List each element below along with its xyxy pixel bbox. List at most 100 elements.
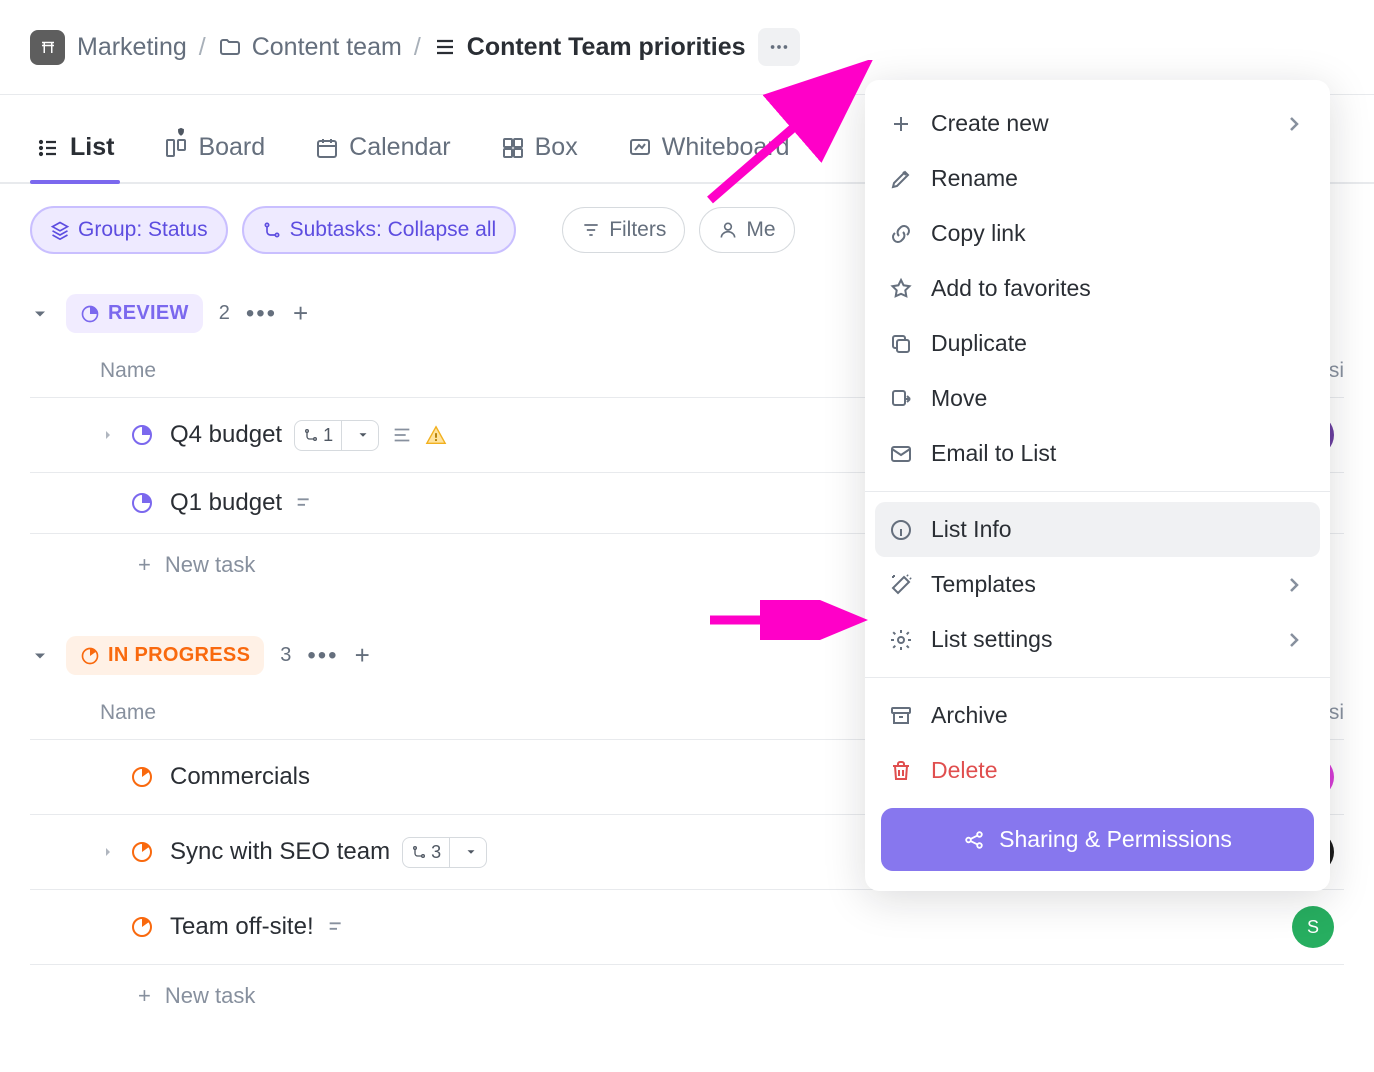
chevron-right-icon: [1282, 112, 1306, 136]
menu-move[interactable]: Move: [865, 371, 1330, 426]
status-chip[interactable]: REVIEW: [66, 294, 203, 333]
status-circle-icon[interactable]: [130, 840, 154, 864]
menu-add-favorites[interactable]: Add to favorites: [865, 261, 1330, 316]
task-name-label: Commercials: [170, 763, 310, 791]
breadcrumb-folder[interactable]: Content team: [218, 33, 402, 62]
list-more-button[interactable]: [758, 28, 800, 66]
tab-label: Whiteboard: [662, 133, 790, 162]
menu-label: Move: [931, 385, 987, 412]
tab-whiteboard[interactable]: Whiteboard: [622, 117, 796, 182]
menu-create-new[interactable]: Create new: [865, 96, 1330, 151]
box-view-icon: [501, 136, 525, 160]
status-circle-icon[interactable]: [130, 423, 154, 447]
tab-board[interactable]: Board: [158, 117, 271, 182]
expand-icon[interactable]: [100, 844, 116, 860]
menu-duplicate[interactable]: Duplicate: [865, 316, 1330, 371]
subtask-count: 3: [431, 842, 441, 863]
breadcrumb-folder-label: Content team: [252, 33, 402, 62]
group-pill[interactable]: Group: Status: [30, 206, 228, 254]
avatar[interactable]: S: [1292, 906, 1334, 948]
menu-label: List settings: [931, 626, 1052, 653]
info-icon: [889, 518, 913, 542]
branch-icon: [303, 427, 319, 443]
menu-templates[interactable]: Templates: [865, 557, 1330, 612]
group-count: 3: [280, 644, 291, 667]
pencil-icon: [889, 167, 913, 191]
tab-list[interactable]: List: [30, 117, 120, 182]
subtasks-badge[interactable]: 3: [402, 837, 487, 868]
plus-icon: +: [138, 552, 151, 578]
menu-list-settings[interactable]: List settings: [865, 612, 1330, 667]
expand-icon[interactable]: [100, 427, 116, 443]
menu-rename[interactable]: Rename: [865, 151, 1330, 206]
tab-box[interactable]: Box: [495, 117, 584, 182]
tab-label: List: [70, 133, 114, 162]
group-more-button[interactable]: •••: [246, 300, 277, 328]
duplicate-icon: [889, 332, 913, 356]
subtask-count: 1: [323, 425, 333, 446]
menu-email-to-list[interactable]: Email to List: [865, 426, 1330, 481]
menu-label: Delete: [931, 757, 997, 784]
breadcrumb-list[interactable]: Content Team priorities: [433, 33, 746, 62]
new-task-label: New task: [165, 983, 255, 1009]
menu-copy-link[interactable]: Copy link: [865, 206, 1330, 261]
chevron-right-icon: [1282, 628, 1306, 652]
collapse-icon[interactable]: [30, 304, 50, 324]
breadcrumb-separator: /: [414, 33, 421, 62]
menu-label: Create new: [931, 110, 1049, 137]
link-icon: [889, 222, 913, 246]
filters-pill-label: Filters: [609, 218, 666, 242]
share-icon: [963, 829, 985, 851]
me-pill[interactable]: Me: [699, 207, 794, 253]
plus-icon: +: [138, 983, 151, 1009]
filters-pill[interactable]: Filters: [562, 207, 685, 253]
avatar-letter: S: [1307, 917, 1319, 938]
new-task-button[interactable]: + New task: [30, 964, 1344, 1027]
breadcrumb-separator: /: [199, 33, 206, 62]
list-view-icon: [36, 136, 60, 160]
breadcrumb-workspace[interactable]: Marketing: [77, 33, 187, 62]
shield-badge-icon: [176, 127, 186, 137]
list-options-menu: Create new Rename Copy link Add to favor…: [865, 80, 1330, 891]
group-pill-label: Group: Status: [78, 218, 208, 242]
task-name-label: Q1 budget: [170, 489, 282, 517]
subtasks-pill[interactable]: Subtasks: Collapse all: [242, 206, 517, 254]
layers-icon: [50, 220, 70, 240]
status-circle-icon[interactable]: [130, 765, 154, 789]
status-label: REVIEW: [108, 302, 189, 325]
status-circle-icon[interactable]: [130, 915, 154, 939]
menu-label: Copy link: [931, 220, 1026, 247]
task-name-label: Team off-site!: [170, 913, 314, 941]
group-add-button[interactable]: +: [355, 640, 370, 671]
mail-icon: [889, 442, 913, 466]
chevron-down-icon: [356, 428, 370, 442]
me-pill-label: Me: [746, 218, 775, 242]
menu-separator: [865, 677, 1330, 678]
menu-sharing-permissions[interactable]: Sharing & Permissions: [881, 808, 1314, 871]
menu-delete[interactable]: Delete: [865, 743, 1330, 798]
group-add-button[interactable]: +: [293, 298, 308, 329]
task-row[interactable]: Team off-site! S: [30, 889, 1344, 964]
subtasks-icon: [262, 220, 282, 240]
menu-label: List Info: [931, 516, 1012, 543]
collapse-icon[interactable]: [30, 646, 50, 666]
menu-label: Email to List: [931, 440, 1056, 467]
warning-icon: [425, 424, 447, 446]
group-more-button[interactable]: •••: [307, 642, 338, 670]
menu-separator: [865, 491, 1330, 492]
task-name-label: Sync with SEO team: [170, 838, 390, 866]
person-icon: [718, 220, 738, 240]
menu-label: Templates: [931, 571, 1036, 598]
menu-list-info[interactable]: List Info: [875, 502, 1320, 557]
tab-calendar[interactable]: Calendar: [309, 117, 456, 182]
group-count: 2: [219, 302, 230, 325]
menu-label: Rename: [931, 165, 1018, 192]
subtasks-badge[interactable]: 1: [294, 420, 379, 451]
menu-label: Add to favorites: [931, 275, 1091, 302]
trash-icon: [889, 759, 913, 783]
menu-archive[interactable]: Archive: [865, 688, 1330, 743]
chevron-right-icon: [1282, 573, 1306, 597]
status-circle-icon[interactable]: [130, 491, 154, 515]
ellipsis-icon: [768, 36, 790, 58]
status-chip[interactable]: IN PROGRESS: [66, 636, 264, 675]
